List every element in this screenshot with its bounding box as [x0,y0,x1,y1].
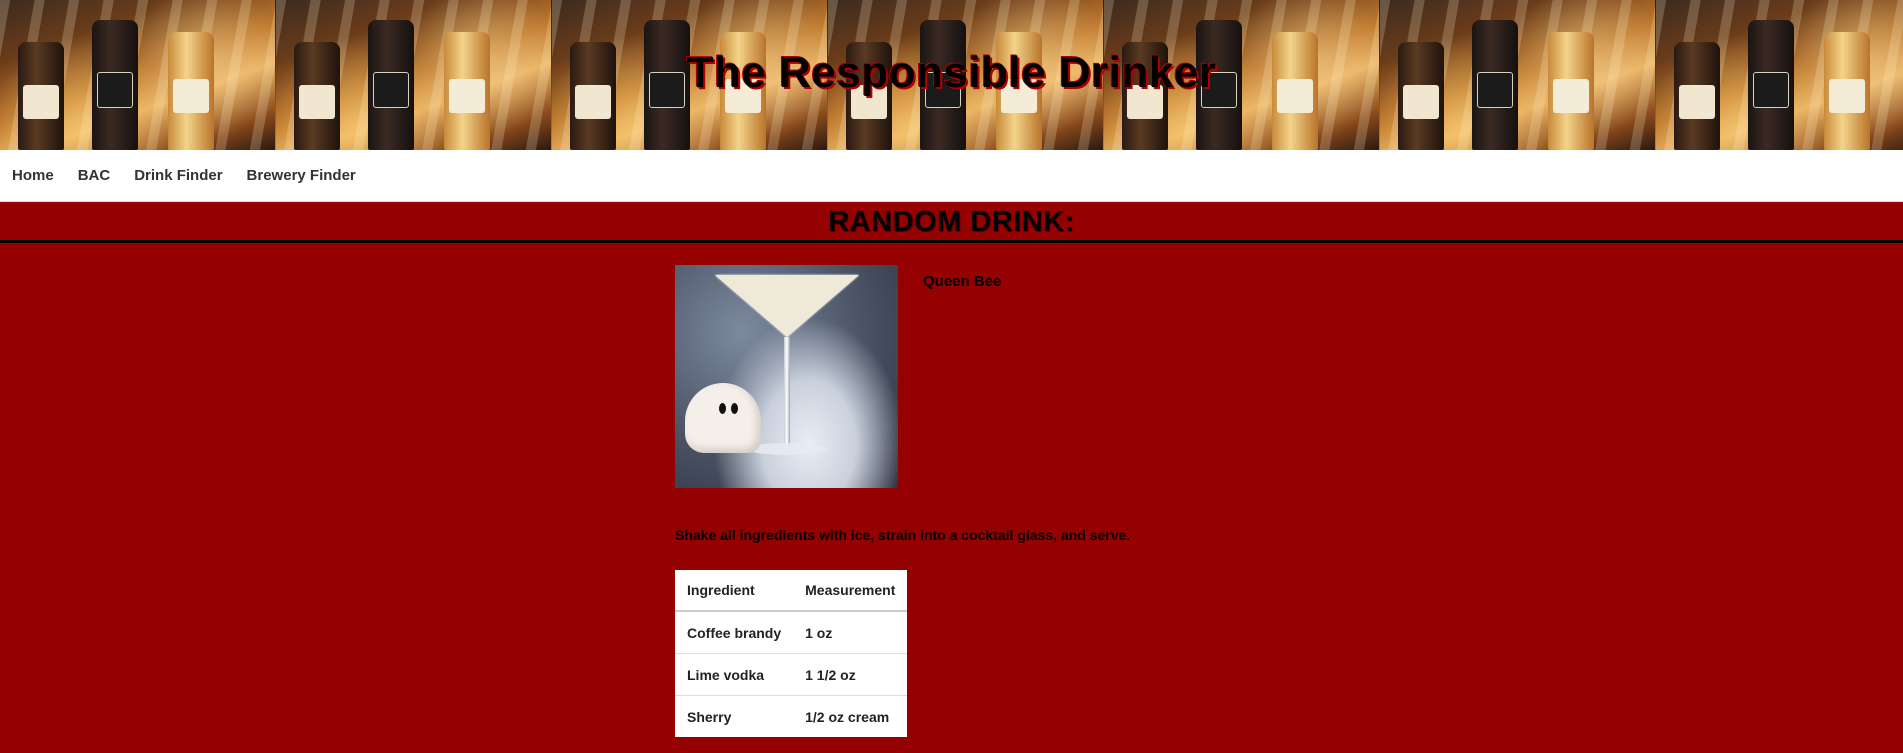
nav-link-bac[interactable]: BAC [78,167,111,184]
table-header-row: Ingredient Measurement [675,570,908,612]
site-title: The Responsible Drinker [686,48,1217,97]
ingredient-cell: Lime vodka [675,653,794,696]
nav-link-home[interactable]: Home [12,167,54,184]
ingredient-cell: Sherry [675,695,794,737]
main-nav: Home BAC Drink Finder Brewery Finder [0,150,1903,202]
measurement-cell: 1 oz [793,610,908,654]
glass-stem [784,337,790,447]
martini-glass-icon [715,275,859,337]
ingredients-table: Ingredient Measurement Coffee brandy 1 o… [675,570,908,737]
ingredient-cell: Coffee brandy [675,610,794,654]
measurement-cell: 1 1/2 oz [793,653,908,696]
nav-link-brewery-finder[interactable]: Brewery Finder [247,167,356,184]
header-banner: The Responsible Drinker [0,0,1903,150]
table-row: Sherry 1/2 oz cream [675,695,908,737]
drink-name: Queen Bee [923,273,1002,290]
table-row: Lime vodka 1 1/2 oz [675,653,908,696]
table-row: Coffee brandy 1 oz [675,610,908,654]
ghost-cookie-icon [685,383,761,453]
drink-instructions: Shake all ingredients with ice, strain i… [675,527,1131,543]
column-header-measurement: Measurement [793,570,908,612]
drink-photo [675,265,898,488]
column-header-ingredient: Ingredient [675,570,794,612]
measurement-cell: 1/2 oz cream [793,695,908,737]
nav-link-drink-finder[interactable]: Drink Finder [134,167,222,184]
section-heading: RANDOM DRINK: [0,202,1903,243]
